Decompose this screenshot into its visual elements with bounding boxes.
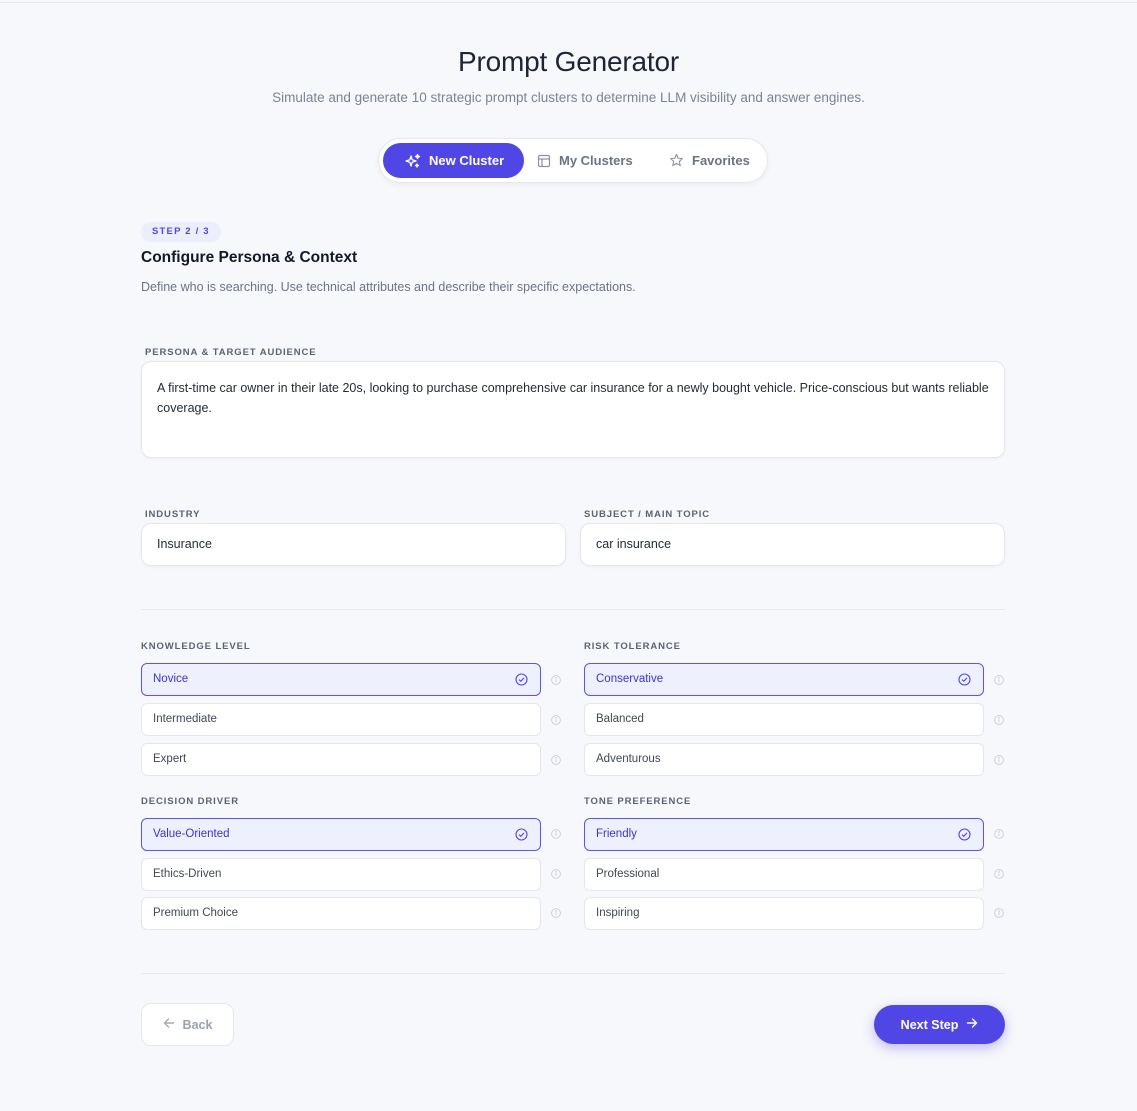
risk-option-conservative[interactable]: Conservative	[584, 663, 984, 696]
star-icon	[669, 153, 684, 168]
knowledge-option-novice[interactable]: Novice	[141, 663, 541, 696]
info-icon[interactable]	[994, 869, 1004, 879]
sparkles-icon	[405, 153, 421, 169]
option-label: Value-Oriented	[153, 828, 230, 840]
driver-option-value-oriented[interactable]: Value-Oriented	[141, 818, 541, 851]
back-button-label: Back	[182, 1017, 213, 1032]
persona-label: PERSONA & TARGET AUDIENCE	[145, 347, 317, 358]
step-badge: STEP 2 / 3	[141, 222, 221, 242]
persona-textarea[interactable]: A first-time car owner in their late 20s…	[141, 361, 1005, 458]
section-description: Define who is searching. Use technical a…	[141, 280, 636, 294]
risk-option-balanced[interactable]: Balanced	[584, 703, 984, 736]
subject-label: SUBJECT / MAIN TOPIC	[584, 509, 711, 520]
info-icon[interactable]	[551, 908, 561, 918]
check-circle-icon	[958, 828, 971, 841]
info-icon[interactable]	[994, 715, 1004, 725]
tone-option-friendly[interactable]: Friendly	[584, 818, 984, 851]
option-label: Expert	[153, 753, 187, 765]
top-divider	[0, 2, 1137, 3]
option-label: Balanced	[596, 713, 644, 725]
industry-input[interactable]: Insurance	[141, 523, 566, 566]
option-label: Intermediate	[153, 713, 217, 725]
tone-option-inspiring[interactable]: Inspiring	[584, 897, 984, 930]
next-step-button[interactable]: Next Step	[874, 1005, 1005, 1044]
section-divider	[141, 609, 1005, 610]
option-label: Premium Choice	[153, 907, 238, 919]
subject-input[interactable]: car insurance	[580, 523, 1005, 566]
option-label: Novice	[153, 673, 189, 685]
tab-my-clusters-label: My Clusters	[559, 153, 633, 168]
info-icon[interactable]	[551, 829, 561, 839]
tab-favorites[interactable]: Favorites	[669, 143, 750, 178]
arrow-right-icon	[966, 1017, 978, 1032]
tab-my-clusters[interactable]: My Clusters	[537, 143, 633, 178]
driver-option-ethics-driven[interactable]: Ethics-Driven	[141, 858, 541, 891]
option-label: Professional	[596, 868, 660, 880]
info-icon[interactable]	[994, 675, 1004, 685]
page-title: Prompt Generator	[458, 46, 679, 77]
page-subtitle: Simulate and generate 10 strategic promp…	[272, 90, 865, 105]
decision-driver-label: DECISION DRIVER	[141, 796, 239, 807]
section-title: Configure Persona & Context	[141, 249, 358, 266]
info-icon[interactable]	[994, 908, 1004, 918]
driver-option-premium-choice[interactable]: Premium Choice	[141, 897, 541, 930]
tab-favorites-label: Favorites	[692, 153, 750, 168]
check-circle-icon	[958, 673, 971, 686]
check-circle-icon	[515, 673, 528, 686]
knowledge-level-label: KNOWLEDGE LEVEL	[141, 641, 251, 652]
check-circle-icon	[515, 828, 528, 841]
tab-new-cluster[interactable]: New Cluster	[383, 143, 525, 178]
info-icon[interactable]	[551, 869, 561, 879]
back-button[interactable]: Back	[141, 1003, 234, 1046]
risk-option-adventurous[interactable]: Adventurous	[584, 743, 984, 776]
info-icon[interactable]	[551, 715, 561, 725]
info-icon[interactable]	[994, 829, 1004, 839]
option-label: Adventurous	[596, 753, 661, 765]
option-label: Friendly	[596, 828, 637, 840]
info-icon[interactable]	[551, 755, 561, 765]
tone-option-professional[interactable]: Professional	[584, 858, 984, 891]
info-icon[interactable]	[551, 675, 561, 685]
risk-tolerance-label: RISK TOLERANCE	[584, 641, 681, 652]
tab-new-cluster-label: New Cluster	[429, 153, 505, 168]
knowledge-option-expert[interactable]: Expert	[141, 743, 541, 776]
layout-icon	[537, 154, 551, 168]
industry-label: INDUSTRY	[145, 509, 201, 520]
option-label: Conservative	[596, 673, 664, 685]
info-icon[interactable]	[994, 755, 1004, 765]
tone-preference-label: TONE PREFERENCE	[584, 796, 692, 807]
tab-bar: New Cluster My Clusters Favorites	[378, 138, 768, 183]
knowledge-option-intermediate[interactable]: Intermediate	[141, 703, 541, 736]
option-label: Inspiring	[596, 907, 640, 919]
next-step-button-label: Next Step	[900, 1017, 959, 1032]
footer-divider	[141, 973, 1005, 974]
arrow-left-icon	[163, 1017, 175, 1032]
option-label: Ethics-Driven	[153, 868, 222, 880]
